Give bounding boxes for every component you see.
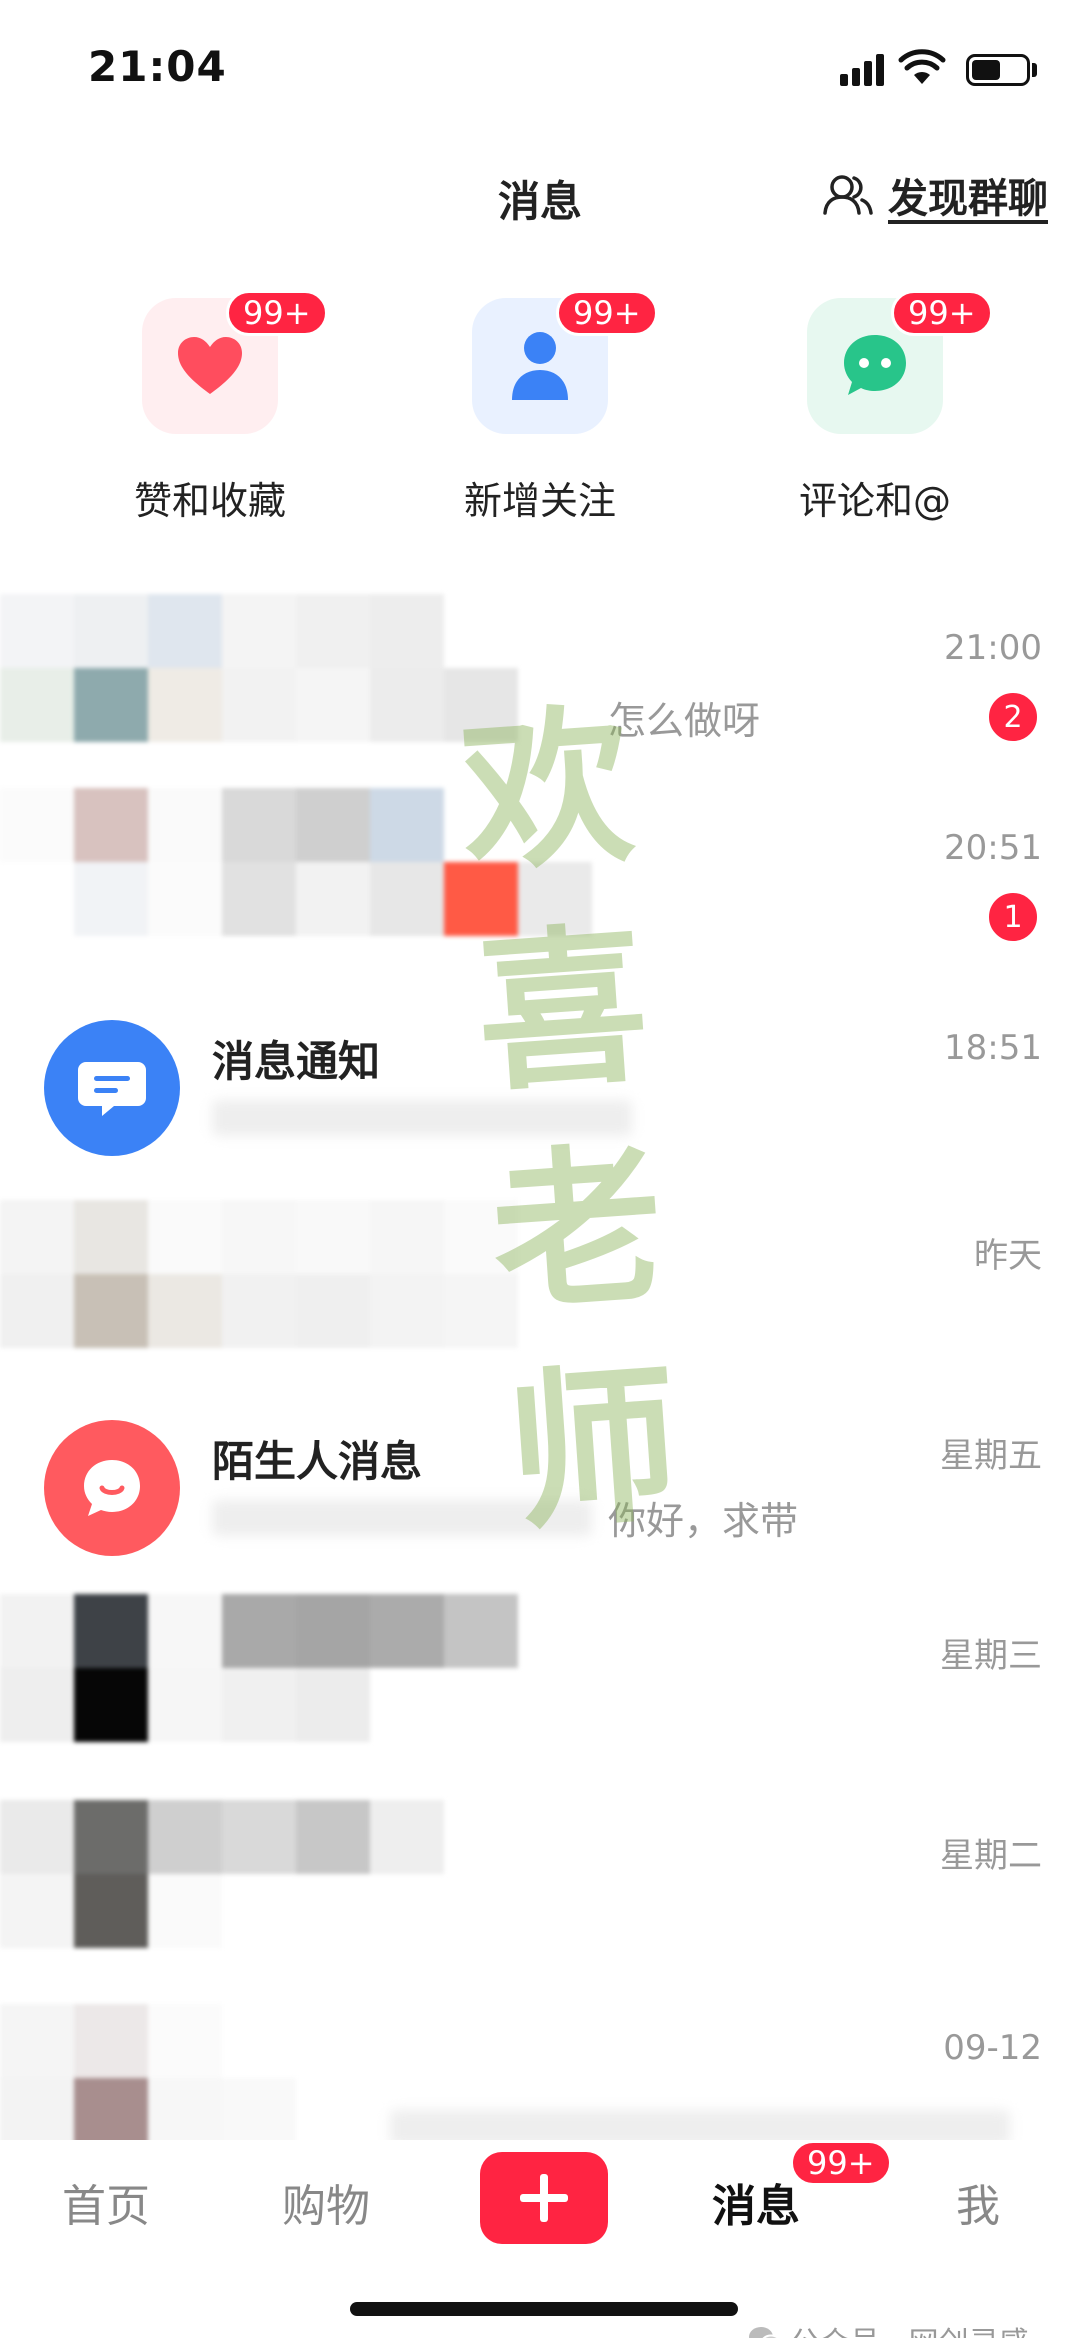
row-time: 星期五 [940, 1436, 1042, 1476]
create-post-button[interactable] [480, 2152, 608, 2244]
cellular-signal-icon [840, 54, 884, 86]
notification-icon [44, 1020, 180, 1156]
discover-label: 发现群聊 [888, 176, 1048, 222]
battery-icon [966, 54, 1030, 86]
row-time: 18:51 [944, 1028, 1042, 1068]
row-name: 陌生人消息 [212, 1437, 423, 1486]
list-item[interactable]: 星期三 [0, 1580, 1080, 1780]
tile-badge: 99+ [556, 290, 658, 336]
comments-and-mentions-tile[interactable]: 99+ 评论和@ [765, 290, 993, 530]
unread-badge: 2 [986, 690, 1040, 744]
row-time: 21:00 [944, 628, 1042, 668]
discover-group-chat-button[interactable]: 发现群聊 [822, 166, 1048, 224]
list-item[interactable]: 星期二 [0, 1780, 1080, 1980]
tile-badge: 99+ [226, 290, 328, 336]
messages-tab-badge: 99+ [790, 2140, 892, 2186]
chat-bubble-icon [844, 335, 906, 395]
tab-messages[interactable]: 消息 [712, 2170, 800, 2234]
row-time: 20:51 [944, 828, 1042, 868]
tile-badge: 99+ [891, 290, 993, 336]
wifi-icon [898, 49, 946, 84]
avatar [0, 1594, 592, 1742]
home-indicator [350, 2302, 738, 2316]
tab-me[interactable]: 我 [956, 2170, 1000, 2234]
wechat-icon [749, 2327, 780, 2338]
row-time: 星期三 [940, 1636, 1042, 1676]
tile-label: 新增关注 [463, 479, 616, 523]
credit-text: 公众号 · 网创灵感 [790, 2318, 1029, 2338]
person-icon [512, 332, 568, 400]
row-time: 昨天 [974, 1236, 1042, 1276]
row-name: 消息通知 [212, 1037, 381, 1086]
status-bar: 21:04 [0, 0, 1080, 130]
header: 消息 发现群聊 [0, 150, 1080, 240]
heart-icon [178, 337, 242, 394]
list-item[interactable]: 09-12 [0, 1980, 1080, 2150]
avatar [0, 1800, 592, 1948]
likes-and-favorites-tile[interactable]: 99+ 赞和收藏 [100, 290, 328, 530]
row-time: 09-12 [943, 2028, 1042, 2068]
stranger-chat-icon [44, 1420, 180, 1556]
new-followers-tile[interactable]: 99+ 新增关注 [430, 290, 658, 530]
unread-badge: 1 [986, 890, 1040, 944]
status-time: 21:04 [88, 42, 227, 91]
tile-label: 赞和收藏 [133, 479, 286, 523]
tile-label: 评论和@ [798, 479, 951, 523]
quick-tiles: 99+ 赞和收藏 99+ 新增关注 99+ 评论和@ [0, 290, 1080, 530]
people-icon [823, 175, 873, 215]
bottom-tab-bar: 首页 购物 消息 99+ 我 [0, 2140, 1080, 2290]
tab-shop[interactable]: 购物 [282, 2170, 370, 2234]
row-time: 星期二 [940, 1836, 1042, 1876]
plus-icon [520, 2174, 568, 2222]
credit: 公众号 · 网创灵感 [748, 2318, 1029, 2338]
tab-home[interactable]: 首页 [62, 2170, 150, 2234]
